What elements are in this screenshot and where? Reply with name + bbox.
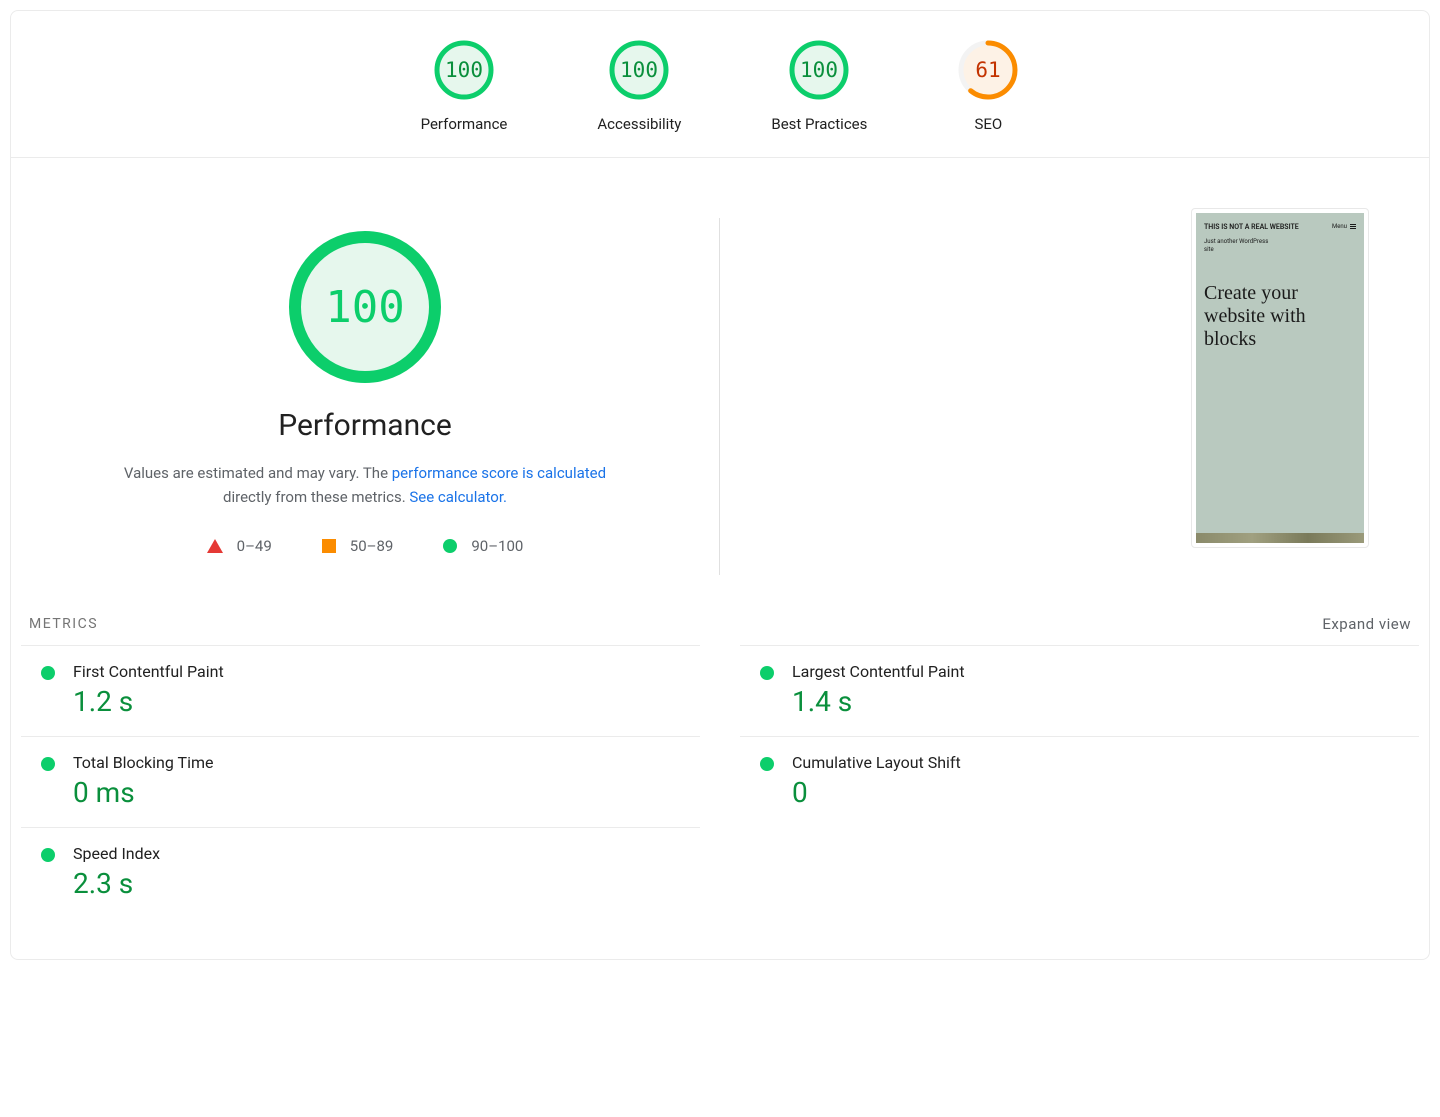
- metric-value: 1.2 s: [73, 685, 690, 718]
- gauge-label: Accessibility: [597, 115, 681, 133]
- preview-menu-label: Menu: [1332, 223, 1347, 230]
- performance-description: Values are estimated and may vary. The p…: [105, 461, 625, 509]
- gauge-seo[interactable]: 61 SEO: [957, 39, 1019, 133]
- metric-lcp: Largest Contentful Paint 1.4 s: [740, 645, 1419, 736]
- metrics-grid: First Contentful Paint 1.2 s Largest Con…: [11, 645, 1429, 918]
- metric-value: 0 ms: [73, 776, 690, 809]
- metric-value: 1.4 s: [792, 685, 1409, 718]
- metrics-header: METRICS Expand view: [11, 615, 1429, 645]
- circle-icon: [443, 539, 457, 553]
- metric-name: First Contentful Paint: [73, 662, 690, 681]
- preview-site-title: THIS IS NOT A REAL WEBSITE: [1204, 223, 1299, 232]
- gauge-accessibility[interactable]: 100 Accessibility: [597, 39, 681, 133]
- gauge-label: Performance: [421, 115, 508, 133]
- see-calculator-link[interactable]: See calculator.: [409, 488, 507, 506]
- status-dot-icon: [41, 757, 55, 771]
- gauge-score: 100: [445, 58, 483, 82]
- gauge-score: 100: [800, 58, 838, 82]
- main-area: 100 Performance Values are estimated and…: [11, 158, 1429, 615]
- metric-si: Speed Index 2.3 s: [21, 827, 700, 918]
- score-calc-link[interactable]: performance score is calculated: [392, 464, 606, 482]
- legend-range: 0–49: [237, 537, 272, 555]
- legend-range: 50–89: [350, 537, 394, 555]
- gauge-circle-icon: 100: [433, 39, 495, 101]
- preview-hero-text: Create your website with blocks: [1196, 254, 1364, 351]
- metric-name: Cumulative Layout Shift: [792, 753, 1409, 772]
- big-gauge-icon: 100: [286, 228, 444, 386]
- performance-title: Performance: [278, 408, 452, 443]
- score-legend: 0–49 50–89 90–100: [207, 537, 524, 555]
- status-dot-icon: [41, 848, 55, 862]
- legend-pass: 90–100: [443, 537, 523, 555]
- metric-tbt: Total Blocking Time 0 ms: [21, 736, 700, 827]
- preview-menu: Menu: [1332, 223, 1356, 230]
- gauge-performance[interactable]: 100 Performance: [421, 39, 508, 133]
- gauge-circle-icon: 100: [608, 39, 670, 101]
- preview-footer-image: [1196, 533, 1364, 543]
- status-dot-icon: [41, 666, 55, 680]
- gauge-label: Best Practices: [771, 115, 867, 133]
- legend-fail: 0–49: [207, 537, 272, 555]
- preview-header: THIS IS NOT A REAL WEBSITE Menu: [1196, 213, 1364, 238]
- square-icon: [322, 539, 336, 553]
- legend-average: 50–89: [322, 537, 394, 555]
- gauge-label: SEO: [975, 115, 1003, 133]
- preview-canvas: THIS IS NOT A REAL WEBSITE Menu Just ano…: [1196, 213, 1364, 543]
- metric-name: Largest Contentful Paint: [792, 662, 1409, 681]
- performance-summary: 100 Performance Values are estimated and…: [11, 218, 720, 575]
- header-gauges-row: 100 Performance 100 Accessibility 100 Be…: [11, 11, 1429, 158]
- gauge-score: 100: [620, 58, 658, 82]
- desc-text: directly from these metrics.: [223, 488, 409, 506]
- status-dot-icon: [760, 666, 774, 680]
- big-gauge-score: 100: [325, 282, 404, 333]
- status-dot-icon: [760, 757, 774, 771]
- metrics-section-title: METRICS: [29, 616, 98, 632]
- metric-name: Total Blocking Time: [73, 753, 690, 772]
- desc-text: Values are estimated and may vary. The: [124, 464, 392, 482]
- gauge-score: 61: [976, 58, 1001, 82]
- triangle-icon: [207, 539, 223, 553]
- metric-value: 0: [792, 776, 1409, 809]
- metric-value: 2.3 s: [73, 867, 690, 900]
- gauge-circle-icon: 100: [788, 39, 850, 101]
- metric-fcp: First Contentful Paint 1.2 s: [21, 645, 700, 736]
- gauge-best-practices[interactable]: 100 Best Practices: [771, 39, 867, 133]
- metric-name: Speed Index: [73, 844, 690, 863]
- expand-view-button[interactable]: Expand view: [1322, 615, 1411, 633]
- screenshot-area: THIS IS NOT A REAL WEBSITE Menu Just ano…: [720, 218, 1429, 575]
- preview-tagline: Just another WordPress site: [1196, 238, 1286, 254]
- page-screenshot: THIS IS NOT A REAL WEBSITE Menu Just ano…: [1191, 208, 1369, 548]
- metric-cls: Cumulative Layout Shift 0: [740, 736, 1419, 827]
- lighthouse-report: 100 Performance 100 Accessibility 100 Be…: [10, 10, 1430, 960]
- hamburger-icon: [1350, 224, 1356, 229]
- legend-range: 90–100: [471, 537, 523, 555]
- gauge-circle-icon: 61: [957, 39, 1019, 101]
